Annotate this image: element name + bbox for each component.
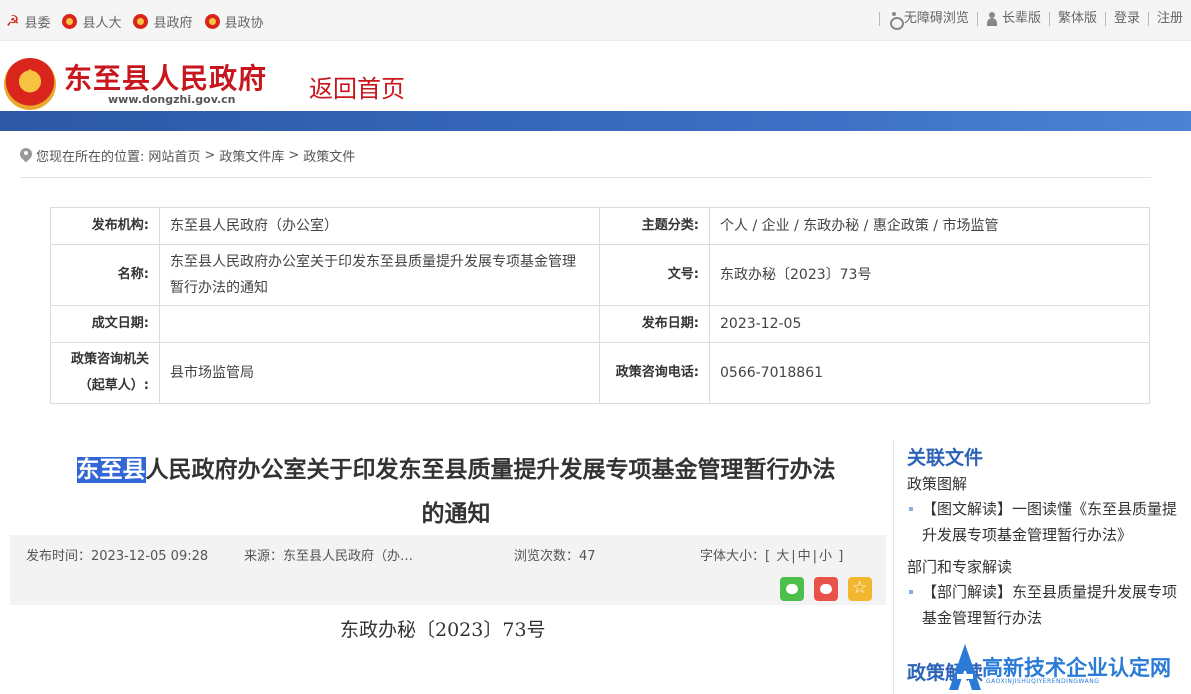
publish-date-label: 发布日期: [599,305,710,343]
divider [20,177,1151,178]
table-row: 成文日期: 发布日期: 2023-12-05 [50,305,1150,343]
view-count: 浏览次数：47 [514,549,596,564]
written-date-label: 成文日期: [50,305,160,343]
site-title: 东至县人民政府 [64,62,268,95]
publish-date-value: 2023-12-05 [709,305,1150,343]
top-utility-bar: ☭ 县委 县人大 县政府 县政协 无障碍浏览 长辈版 繁体版 登录 注册 [0,0,1191,41]
register-link[interactable]: 注册 [1147,12,1191,26]
party-icon: ☭ [6,12,20,30]
related-files-sidebar: 关联文件 政策图解 【图文解读】一图读懂《东至县质量提升发展专项基金管理暂行办法… [907,443,1191,684]
font-medium-button[interactable]: 中 [796,549,813,564]
link-cppcc[interactable]: 县政协 [204,12,264,31]
topic-value: 个人 / 企业 / 东政办秘 / 惠企政策 / 市场监管 [709,207,1150,245]
site-header: 东至县人民政府 www.dongzhi.gov.cn 返回首页 [0,41,1191,111]
location-pin-icon [20,148,32,164]
publish-time: 发布时间：2023-12-05 09:28 [26,549,209,564]
font-small-button[interactable]: 小 [817,549,834,564]
breadcrumb-policy-library[interactable]: 政策文件库 [219,146,284,165]
wechat-share-icon[interactable] [780,577,804,601]
consult-phone-value: 0566-7018861 [709,342,1150,404]
top-left-links: ☭ 县委 县人大 县政府 县政协 [6,12,264,32]
article-source: 来源：东至县人民政府（办… [244,549,414,564]
document-number: 东政办秘〔2023〕73号 [340,619,546,641]
breadcrumb-home[interactable]: 网站首页 [148,146,200,165]
category-policy-graphic: 政策图解 [907,475,968,493]
favorite-star-icon[interactable] [848,577,872,601]
site-url: www.dongzhi.gov.cn [108,93,236,106]
emblem-icon [133,14,149,29]
national-emblem-icon [4,58,56,110]
name-label: 名称: [50,244,160,306]
font-large-button[interactable]: 大 [774,549,791,564]
docno-label: 文号: [599,244,710,306]
related-file-link[interactable]: 【部门解读】东至县质量提升发展专项基金管理暂行办法 [907,579,1191,631]
login-link[interactable]: 登录 [1104,12,1148,26]
docno-value: 东政办秘〔2023〕73号 [709,244,1150,306]
article-title-text: 人民政府办公室关于印发东至县质量提升发展专项基金管理暂行办法的通知 [145,457,836,527]
traditional-chinese-link[interactable]: 繁体版 [1048,12,1105,26]
accessibility-link[interactable]: 无障碍浏览 [878,12,977,30]
consult-agency-value: 县市场监管局 [159,342,600,404]
breadcrumb-policy-documents[interactable]: 政策文件 [303,146,355,165]
emblem-icon [62,14,78,29]
related-files-heading: 关联文件 [907,447,984,469]
watermark: 高新技术企业认定网 GAOXINJISHUQIYERENDINGWANG [948,640,1191,694]
accessibility-icon [888,12,904,30]
weibo-share-icon[interactable] [814,577,838,601]
top-right-links: 无障碍浏览 长辈版 繁体版 登录 注册 [878,12,1191,30]
document-info-table: 发布机构: 东至县人民政府（办公室） 主题分类: 个人 / 企业 / 东政办秘 … [50,207,1150,404]
article-title: 东至县人民政府办公室关于印发东至县质量提升发展专项基金管理暂行办法的通知 [76,448,836,536]
table-row: 名称: 东至县人民政府办公室关于印发东至县质量提升发展专项基金管理暂行办法的通知… [50,244,1150,306]
link-peoples-congress[interactable]: 县人大 [62,12,121,31]
back-home-link[interactable]: 返回首页 [309,69,405,104]
table-row: 发布机构: 东至县人民政府（办公室） 主题分类: 个人 / 企业 / 东政办秘 … [50,207,1150,245]
related-file-link[interactable]: 【图文解读】一图读懂《东至县质量提升发展专项基金管理暂行办法》 [907,496,1191,548]
table-row: 政策咨询机关（起草人）: 县市场监管局 政策咨询电话: 0566-7018861 [50,342,1150,404]
nav-bar [0,111,1191,131]
elder-icon [986,12,1000,26]
link-county-government[interactable]: 县政府 [133,12,193,31]
font-size-separator: | [791,549,796,564]
selected-text: 东至县 [76,457,146,483]
publisher-value: 东至县人民政府（办公室） [159,207,600,245]
written-date-value [159,305,600,343]
cppcc-icon [204,14,220,29]
breadcrumb: 您现在所在的位置: 网站首页 > 政策文件库 > 政策文件 [20,146,355,165]
publisher-label: 发布机构: [50,207,160,245]
font-size-control: 字体大小：[ 大 | 中 | 小 ] [700,545,843,564]
consult-phone-label: 政策咨询电话: [599,342,710,404]
font-size-close: ] [838,549,844,564]
breadcrumb-prefix: 您现在所在的位置: [36,150,145,165]
category-expert-interpretation: 部门和专家解读 [907,558,1013,576]
elder-version-link[interactable]: 长辈版 [976,12,1049,26]
watermark-logo-icon [949,644,981,690]
article-meta-bar: 发布时间：2023-12-05 09:28 来源：东至县人民政府（办… 浏览次数… [10,535,886,605]
link-party-committee[interactable]: ☭ 县委 [6,12,50,32]
font-size-label: 字体大小：[ [700,549,771,564]
consult-agency-label: 政策咨询机关（起草人）: [50,342,160,404]
sidebar-divider [893,440,894,694]
name-value: 东至县人民政府办公室关于印发东至县质量提升发展专项基金管理暂行办法的通知 [159,244,600,306]
breadcrumb-separator: > [204,148,216,163]
watermark-subtext: GAOXINJISHUQIYERENDINGWANG [986,678,1100,685]
breadcrumb-separator: > [288,148,300,163]
topic-label: 主题分类: [599,207,710,245]
